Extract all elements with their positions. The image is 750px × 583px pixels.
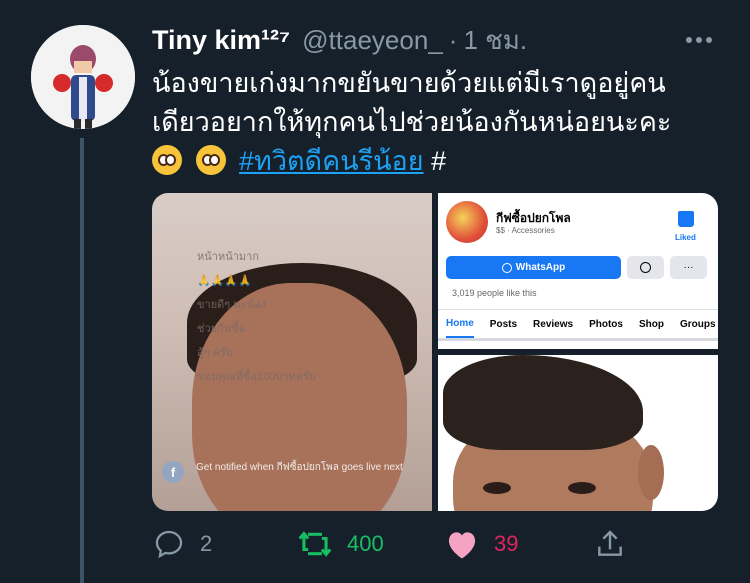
like-count: 39: [494, 531, 519, 556]
facebook-page-screenshot[interactable]: กีฟซื้อปยกโพล $$ · Accessories Liked Wha…: [438, 193, 718, 349]
tweet-text-line2: เดียวอยากให้ทุกคนไปช่วยน้องกันหน่อยนะคะ: [152, 107, 672, 137]
live-comment: หน้าหน้ามาก: [197, 251, 259, 263]
live-comment: ขอบคุณที่ซื้อ100บาทครับ: [197, 371, 317, 383]
photo-eye: [483, 482, 511, 494]
retweet-button[interactable]: 400: [297, 524, 384, 564]
page-tab-posts: Posts: [489, 318, 518, 330]
display-name[interactable]: Tiny kim¹²⁷: [152, 25, 290, 56]
whatsapp-button: WhatsApp: [446, 256, 621, 279]
liked-label: Liked: [675, 233, 696, 242]
trailing-hash: #: [431, 146, 447, 176]
reply-button[interactable]: 2: [152, 524, 212, 564]
tweet-text-line3: #ทวิตดีคนรีน้อย #: [152, 142, 732, 181]
media-grid[interactable]: หน้าหน้ามาก 🙏🙏🙏🙏 ขายดีๆ นะน้อง ช่วยกันซื…: [152, 193, 718, 511]
live-comment: 🙏🙏🙏🙏: [197, 275, 252, 287]
pleading-face-icon: [152, 145, 182, 175]
avatar[interactable]: [31, 25, 135, 129]
messenger-button: [627, 256, 664, 279]
page-category: $$ · Accessories: [496, 226, 555, 235]
live-notice: f Get notified when กีฟซื้อปยกโพล goes l…: [162, 461, 422, 483]
messenger-icon: [640, 262, 651, 273]
share-button[interactable]: [594, 524, 626, 564]
page-avatar: [446, 201, 488, 243]
username[interactable]: @ttaeyeon_: [302, 25, 443, 56]
live-comment: ช่วยกันซื้อ: [197, 323, 246, 335]
tweet-text: น้องขายเก่งมากขยันขายด้วยแต่มีเราดูอยู่ค…: [152, 64, 732, 181]
live-comments: หน้าหน้ามาก 🙏🙏🙏🙏 ขายดีๆ นะน้อง ช่วยกันซื…: [197, 245, 427, 389]
page-tab-shop: Shop: [638, 318, 664, 330]
closeup-photo[interactable]: [438, 355, 718, 511]
thread-line: [80, 138, 84, 583]
whatsapp-icon: [501, 262, 512, 273]
like-button[interactable]: 39: [444, 524, 518, 564]
page-likes-count: 3,019 people like this: [452, 288, 537, 298]
thumbs-up-icon: [678, 211, 694, 227]
page-tab-photos: Photos: [589, 318, 623, 330]
hashtag-link[interactable]: #ทวิตดีคนรีน้อย: [239, 146, 424, 176]
photo-ear: [638, 445, 664, 500]
facebook-icon: f: [162, 461, 184, 483]
tweet-actions: 2 400 39: [152, 524, 632, 564]
share-icon: [598, 530, 622, 556]
reply-count: 2: [200, 531, 213, 556]
tweet-header: Tiny kim¹²⁷ @ttaeyeon_ · 1 ชม.: [152, 22, 527, 58]
timestamp[interactable]: 1 ชม.: [463, 20, 527, 61]
live-video-image[interactable]: หน้าหน้ามาก 🙏🙏🙏🙏 ขายดีๆ นะน้อง ช่วยกันซื…: [152, 193, 432, 511]
page-tabs: Home Posts Reviews Photos Shop Groups: [438, 309, 718, 341]
page-tab-groups: Groups: [679, 318, 716, 330]
live-comment: ขายดีๆ นะน้อง: [197, 299, 267, 311]
heart-icon: [448, 532, 476, 559]
page-tab-home: Home: [446, 310, 474, 338]
reply-icon: [155, 530, 183, 559]
live-notice-text: Get notified when กีฟซื้อปยกโพล goes liv…: [196, 462, 403, 473]
live-comment: สู้ๆ ครับ: [197, 347, 233, 359]
retweet-count: 400: [347, 531, 384, 556]
retweet-icon: [298, 531, 332, 557]
avatar-image: [31, 25, 135, 129]
whatsapp-label: WhatsApp: [515, 262, 566, 273]
pleading-face-icon: [195, 145, 226, 175]
page-more-button: ···: [670, 256, 707, 279]
photo-hair: [443, 355, 643, 450]
separator-dot: ·: [448, 24, 458, 55]
page-tab-reviews: Reviews: [533, 318, 574, 330]
tweet-text-line1: น้องขายเก่งมากขยันขายด้วยแต่มีเราดูอยู่ค…: [152, 68, 666, 98]
more-options-icon[interactable]: [683, 26, 715, 54]
photo-eye: [568, 482, 596, 494]
